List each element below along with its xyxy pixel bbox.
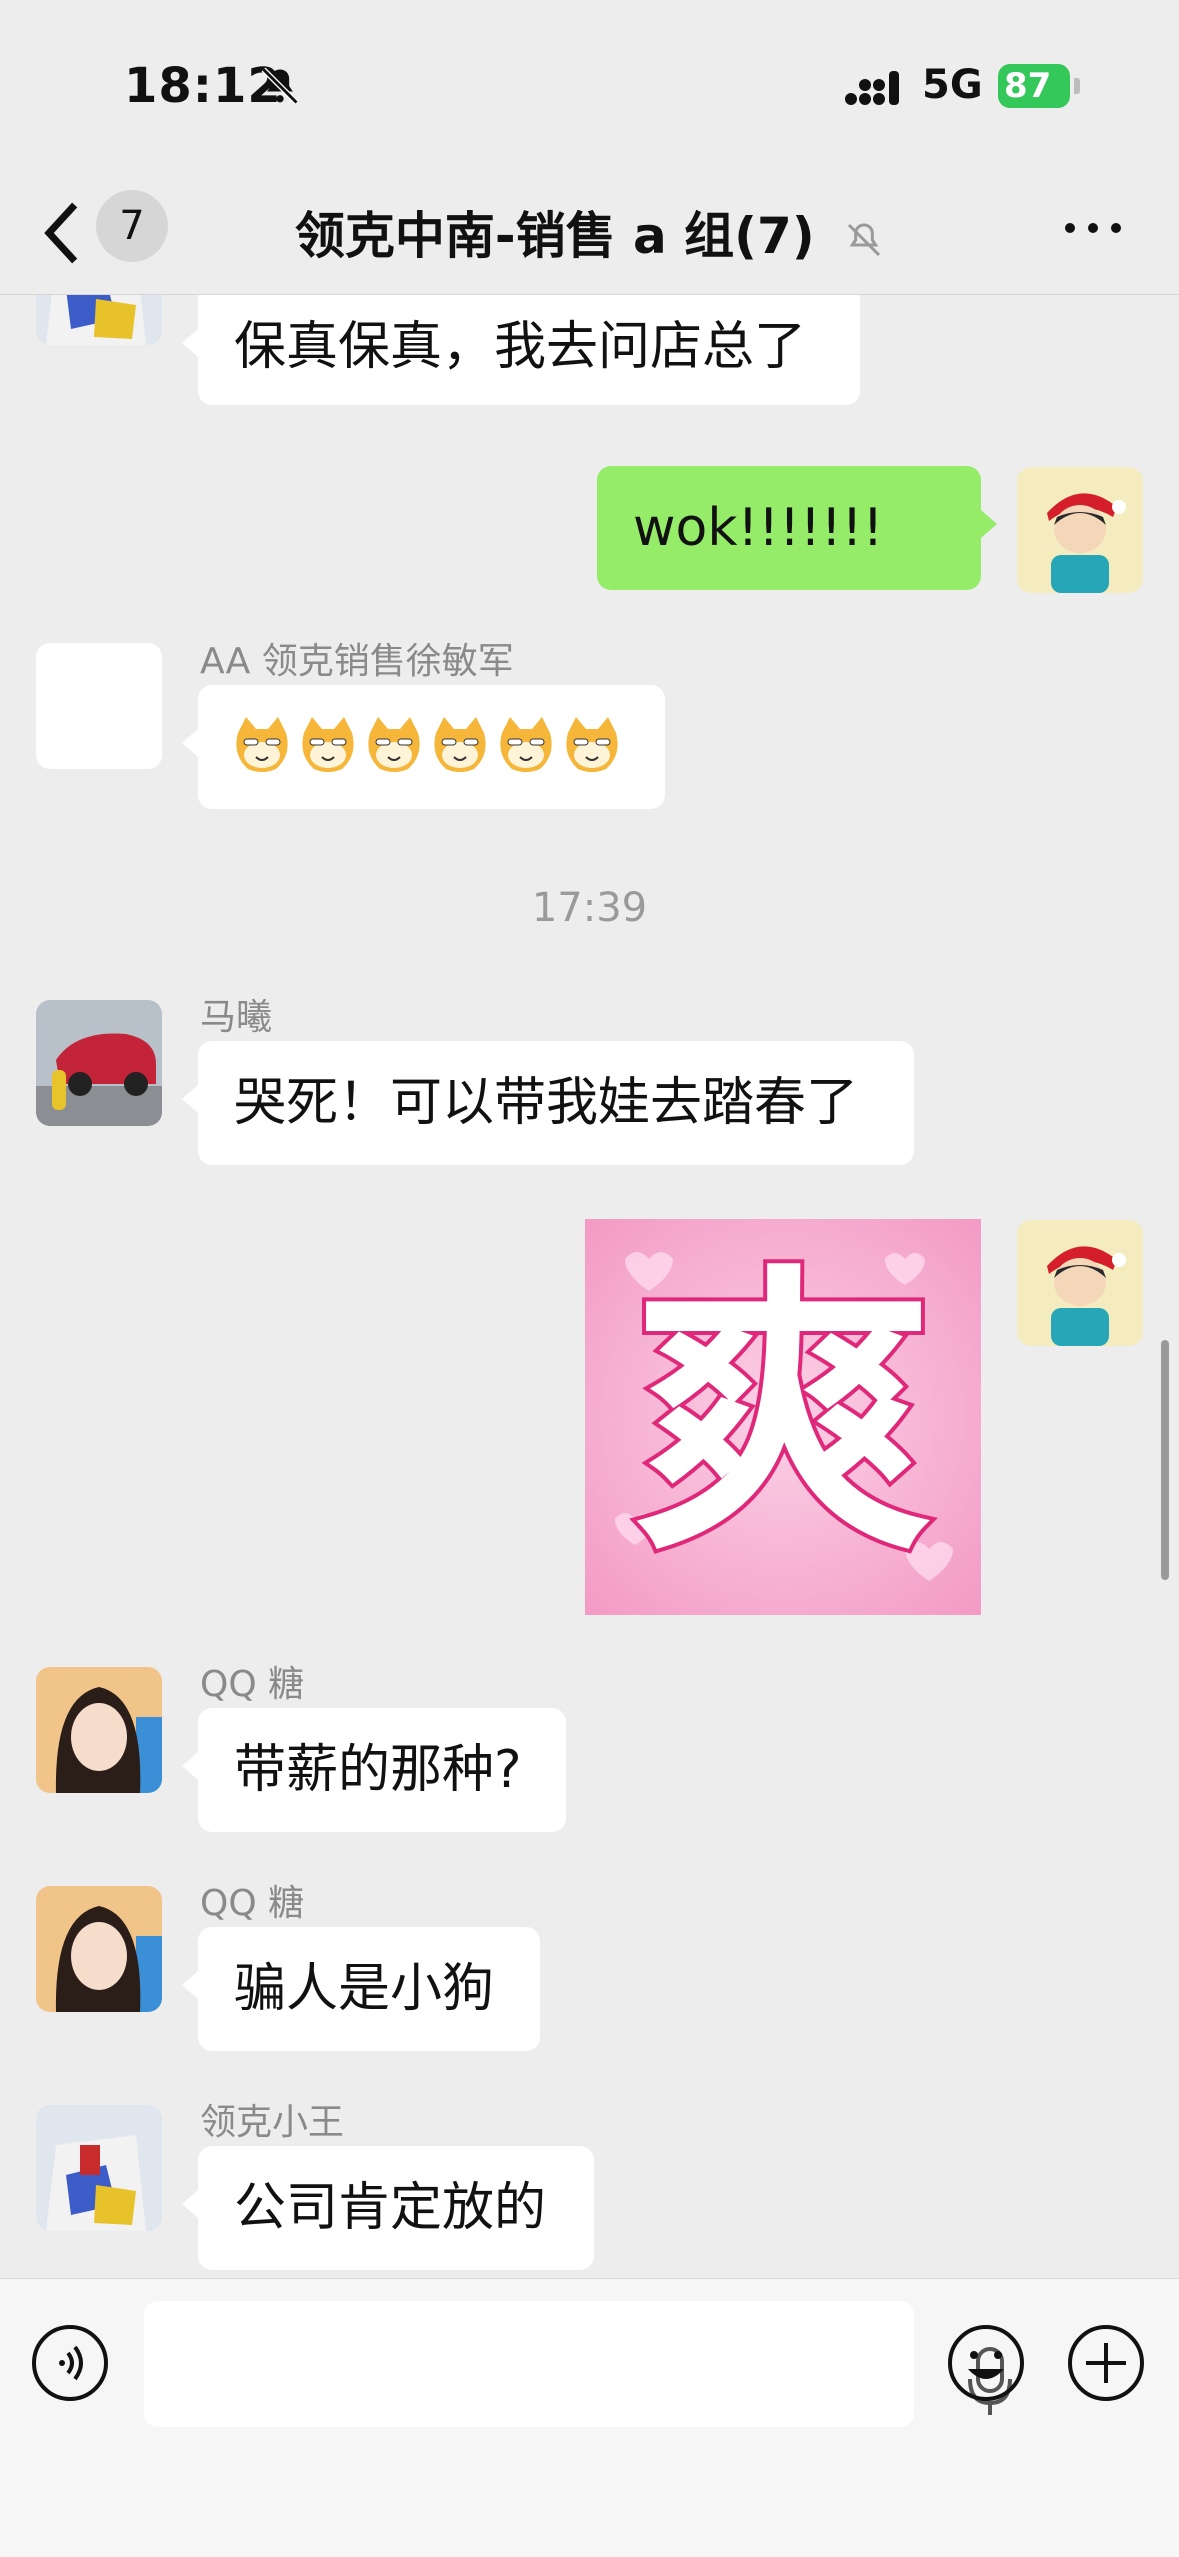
sender-name: AA 领克销售徐敏军	[200, 641, 514, 682]
bell-slash-icon	[261, 67, 299, 105]
avatar[interactable]	[36, 643, 162, 769]
input-bar	[0, 2278, 1179, 2557]
message-list[interactable]: 保真保真，我去问店总了 wok!!!!!!! AA 领克销售徐敏军 17:39	[0, 295, 1179, 2275]
avatar[interactable]	[36, 295, 162, 345]
avatar[interactable]	[36, 1886, 162, 2012]
message-bubble[interactable]: 保真保真，我去问店总了	[182, 295, 860, 405]
sticker-text: 爽	[633, 1241, 933, 1590]
smiley-icon[interactable]	[946, 2323, 1026, 2403]
message-text: 哭死！可以带我娃去踏春了	[234, 1073, 859, 1133]
avatar[interactable]	[36, 1667, 162, 1793]
avatar-self-image	[1017, 1220, 1143, 1346]
more-dots-icon[interactable]	[1062, 218, 1124, 238]
message-text: 骗人是小狗	[234, 1959, 495, 2019]
scrollbar[interactable]	[1161, 1340, 1169, 1580]
avatar-girl-image	[36, 1886, 162, 2012]
signal-icon	[845, 71, 899, 105]
chat-title[interactable]: 领克中南-销售 a 组(7)	[0, 196, 1179, 268]
cat-face-emoji	[566, 717, 618, 772]
cat-face-emoji	[434, 717, 486, 772]
status-bar: 18:12 5G 87	[0, 0, 1179, 170]
avatar[interactable]	[36, 1000, 162, 1126]
battery-level: 87	[1004, 66, 1052, 106]
message-bubble-self[interactable]: wok!!!!!!!	[597, 466, 997, 590]
avatar-robot-image	[36, 2105, 162, 2231]
sender-name: QQ 糖	[200, 1664, 305, 1705]
chat-title-text: 领克中南-销售 a 组(7)	[294, 207, 815, 265]
sender-name: 领克小王	[200, 2102, 345, 2143]
emoji-row	[232, 715, 631, 775]
voice-icon[interactable]	[30, 2323, 110, 2403]
message-bubble[interactable]: 公司肯定放的	[182, 2146, 594, 2270]
message-timestamp: 17:39	[531, 885, 648, 931]
message-bubble[interactable]: 骗人是小狗	[182, 1927, 540, 2051]
avatar-car-image	[36, 1000, 162, 1126]
plus-icon[interactable]	[1066, 2323, 1146, 2403]
sender-name: 马曦	[200, 997, 273, 1038]
message-bubble[interactable]: 带薪的那种?	[182, 1708, 566, 1832]
message-text: 保真保真，我去问店总了	[234, 317, 807, 377]
message-bubble[interactable]	[182, 685, 665, 809]
cat-face-emoji	[302, 717, 354, 772]
avatar-robot-image	[36, 295, 162, 345]
battery-cap	[1074, 78, 1080, 94]
avatar-self[interactable]	[1017, 1220, 1143, 1346]
bell-slash-icon	[848, 222, 881, 256]
message-input[interactable]	[144, 2301, 1012, 2427]
avatar-girl-image	[36, 1667, 162, 1793]
avatar-self-image	[1017, 467, 1143, 593]
message-text: 公司肯定放的	[234, 2178, 547, 2238]
cat-face-emoji	[236, 717, 288, 772]
message-text: wok!!!!!!!	[633, 498, 884, 558]
battery-indicator: 87	[998, 64, 1070, 108]
network-type: 5G	[922, 62, 983, 108]
message-text: 带薪的那种?	[234, 1740, 522, 1800]
message-bubble[interactable]: 哭死！可以带我娃去踏春了	[182, 1041, 914, 1165]
sticker-graphic: 爽	[585, 1219, 981, 1615]
sender-name: QQ 糖	[200, 1883, 305, 1924]
cat-face-emoji	[500, 717, 552, 772]
avatar[interactable]	[36, 2105, 162, 2231]
avatar-self[interactable]	[1017, 467, 1143, 593]
cat-face-emoji	[368, 717, 420, 772]
sticker-image[interactable]: 爽	[585, 1219, 981, 1615]
